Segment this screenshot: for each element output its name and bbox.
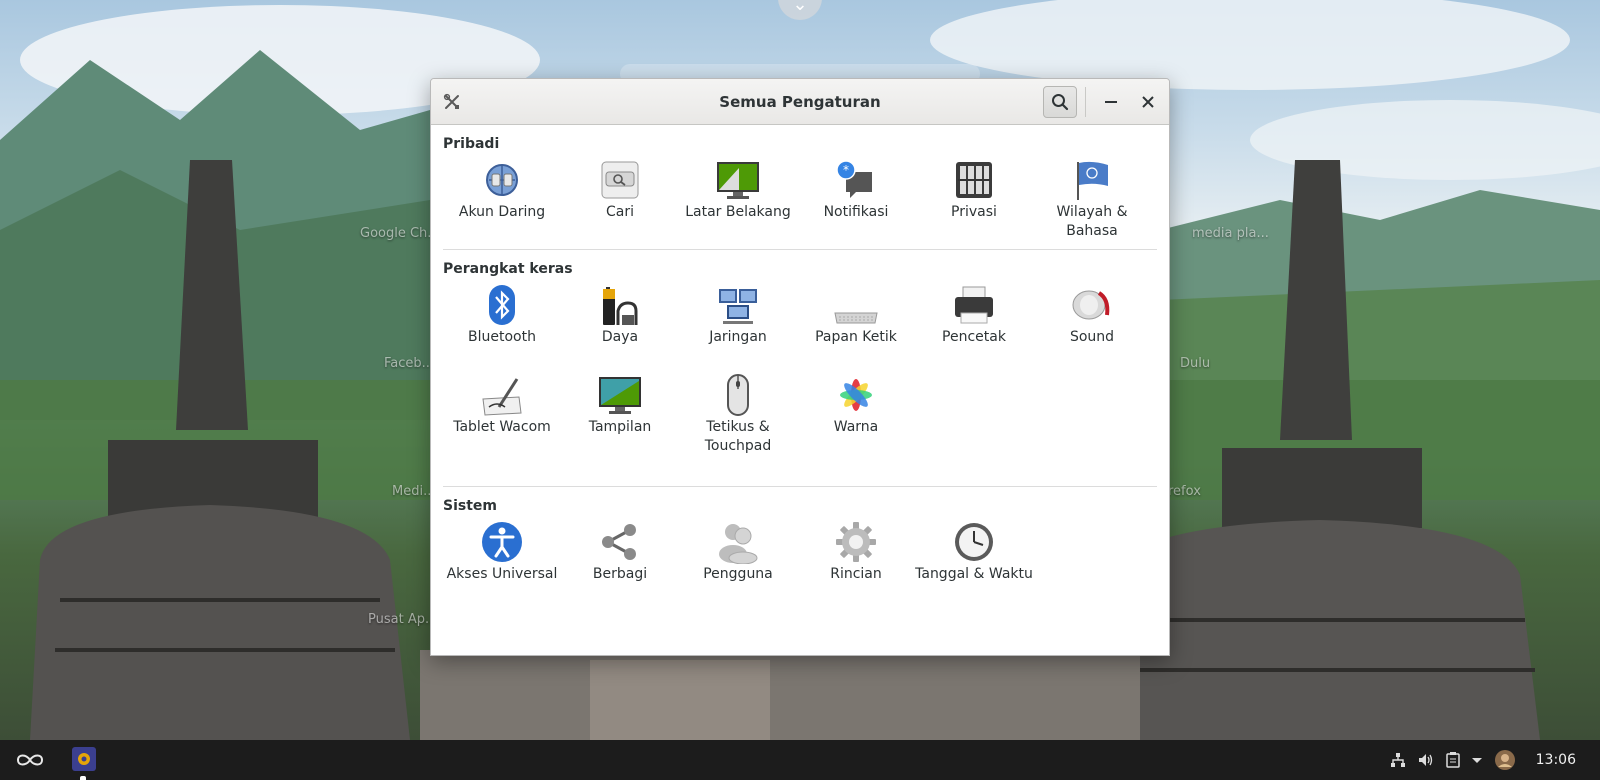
desktop-icon-label[interactable]: Faceb... — [384, 356, 434, 371]
color-icon — [840, 379, 872, 411]
wacom-tablet-icon — [482, 378, 522, 416]
panel-mouse-touchpad[interactable]: Tetikus & Touchpad — [679, 372, 797, 456]
titlebar-separator — [1085, 87, 1086, 117]
network-tray-icon[interactable] — [1390, 752, 1406, 768]
panel-label: Papan Ketik — [815, 329, 897, 345]
taskbar: 13:06 — [0, 740, 1600, 780]
panel-sound[interactable]: Sound — [1033, 282, 1151, 366]
panel-wacom-tablet[interactable]: Tablet Wacom — [443, 372, 561, 456]
svg-text:*: * — [843, 163, 849, 177]
menu-arrow-icon[interactable] — [1471, 752, 1482, 768]
panel-search[interactable]: Cari — [561, 157, 679, 241]
panel-online-accounts[interactable]: Akun Daring — [443, 157, 561, 241]
minimize-button[interactable] — [1094, 86, 1128, 118]
desktop-icon-label[interactable]: refox — [1168, 484, 1201, 499]
panel-privacy[interactable]: Privasi — [915, 157, 1033, 241]
users-icon — [719, 524, 758, 564]
desktop-icon-label[interactable]: Dulu — [1180, 356, 1210, 371]
launcher-infinity-icon[interactable] — [14, 751, 46, 769]
volume-icon[interactable] — [1418, 752, 1434, 768]
panel-label: Bluetooth — [468, 329, 536, 345]
search-icon — [1052, 94, 1069, 111]
search-settings-icon — [601, 161, 639, 199]
close-button[interactable] — [1131, 86, 1165, 118]
panel-label: Jaringan — [709, 329, 767, 345]
panel-details[interactable]: Rincian — [797, 519, 915, 603]
panel-label: Privasi — [951, 204, 997, 220]
desktop-icon-label[interactable]: Pusat Ap... — [368, 612, 437, 627]
panel-label: Warna — [833, 419, 879, 435]
bluetooth-icon — [489, 285, 515, 325]
panel-label: Pencetak — [942, 329, 1006, 345]
taskbar-clock[interactable]: 13:06 — [1536, 752, 1576, 768]
panel-universal-access[interactable]: Akses Universal — [443, 519, 561, 603]
section-title-system: Sistem — [443, 498, 497, 514]
network-icon — [719, 289, 757, 324]
search-button[interactable] — [1043, 86, 1077, 118]
clipboard-icon[interactable] — [1445, 752, 1460, 768]
personal-grid: Akun Daring Cari Latar Belakang * Notifi… — [443, 157, 1157, 241]
panel-color[interactable]: Warna — [797, 372, 915, 456]
panel-label: Akses Universal — [446, 566, 558, 582]
details-gear-icon — [836, 522, 876, 562]
panel-date-time[interactable]: Tanggal & Waktu — [915, 519, 1033, 603]
panel-label: Cari — [606, 204, 634, 220]
date-time-icon — [955, 523, 993, 561]
privacy-icon — [956, 162, 992, 198]
panel-label: Pengguna — [703, 566, 773, 582]
panel-label: Tampilan — [588, 419, 652, 435]
display-icon — [599, 377, 641, 414]
settings-gear-icon — [78, 753, 90, 765]
panel-label: Sound — [1069, 329, 1115, 345]
panel-label: Latar Belakang — [685, 204, 791, 220]
hardware-grid: Bluetooth Daya Jaringan Papan Ketik Penc… — [443, 282, 1157, 456]
minimize-icon — [1105, 101, 1117, 103]
window-titlebar[interactable]: Semua Pengaturan — [431, 79, 1169, 125]
desktop-icon-label[interactable]: media pla... — [1192, 226, 1269, 241]
notifications-icon: * — [836, 160, 872, 198]
panel-label: Wilayah & Bahasa — [1056, 204, 1128, 239]
close-icon — [1142, 96, 1154, 108]
system-grid: Akses Universal Berbagi Pengguna Rincian… — [443, 519, 1157, 603]
running-indicator — [80, 776, 86, 780]
panel-users[interactable]: Pengguna — [679, 519, 797, 603]
keyboard-icon — [834, 312, 878, 324]
panel-label: Daya — [601, 329, 639, 345]
panel-label: Tanggal & Waktu — [915, 566, 1033, 582]
panel-printer[interactable]: Pencetak — [915, 282, 1033, 366]
sound-icon — [1072, 290, 1110, 320]
system-tray: 13:06 — [1390, 740, 1576, 780]
desktop-icon-label[interactable]: Medi... — [392, 484, 435, 499]
panel-bluetooth[interactable]: Bluetooth — [443, 282, 561, 366]
region-language-icon — [1077, 161, 1108, 200]
running-app-settings[interactable] — [72, 747, 96, 771]
panel-display[interactable]: Tampilan — [561, 372, 679, 456]
power-icon — [603, 287, 638, 325]
section-title-personal: Pribadi — [443, 136, 500, 152]
panel-power[interactable]: Daya — [561, 282, 679, 366]
panel-notifications[interactable]: * Notifikasi — [797, 157, 915, 241]
panel-label: Rincian — [830, 566, 882, 582]
panel-label: Akun Daring — [458, 204, 546, 220]
desktop-icon-label[interactable]: Google Ch... — [360, 226, 440, 241]
printer-icon — [955, 286, 993, 324]
panel-sharing[interactable]: Berbagi — [561, 519, 679, 603]
sharing-icon — [602, 524, 636, 560]
universal-access-icon — [482, 522, 522, 562]
panel-network[interactable]: Jaringan — [679, 282, 797, 366]
panel-label: Berbagi — [592, 566, 648, 582]
panel-region-language[interactable]: Wilayah & Bahasa — [1033, 157, 1151, 241]
user-avatar[interactable] — [1494, 749, 1516, 771]
panel-label: Tetikus & Touchpad — [704, 419, 772, 454]
panel-keyboard[interactable]: Papan Ketik — [797, 282, 915, 366]
online-accounts-icon — [486, 164, 518, 196]
panel-label: Notifikasi — [823, 204, 889, 220]
panel-background[interactable]: Latar Belakang — [679, 157, 797, 241]
section-title-hardware: Perangkat keras — [443, 261, 573, 277]
settings-window: Semua Pengaturan Pribadi Akun Daring Car… — [430, 78, 1170, 656]
settings-content: Pribadi Akun Daring Cari Latar Belakang … — [431, 125, 1169, 603]
panel-label: Tablet Wacom — [453, 419, 551, 435]
background-icon — [717, 162, 759, 199]
mouse-icon — [727, 374, 749, 416]
